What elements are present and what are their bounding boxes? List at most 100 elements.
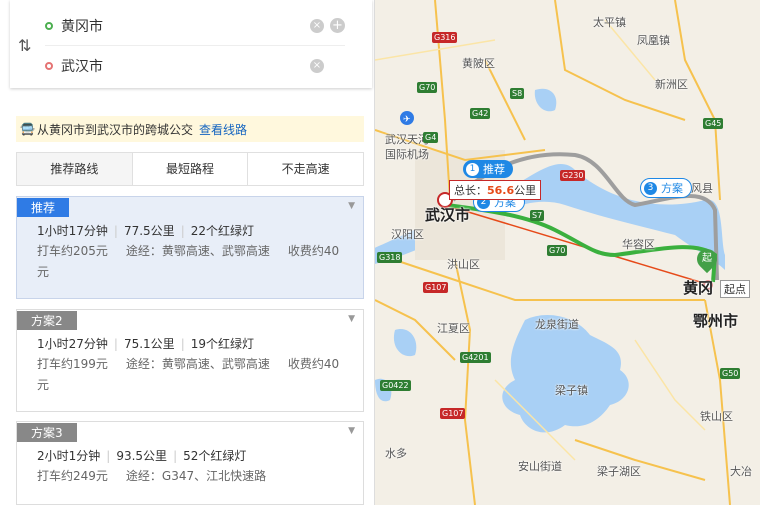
callout-value: 56.6 (487, 184, 515, 197)
place-label: 新洲区 (655, 78, 688, 91)
plan-details: 打车约249元 途经：G347、江北快速路 (17, 466, 363, 487)
place-label: 国际机场 (385, 148, 429, 161)
plan-lights: 19个红绿灯 (190, 337, 255, 351)
place-label-wuhan: 武汉市 (425, 206, 471, 224)
highway-shield: G42 (470, 108, 491, 119)
plan-time: 1小时17分钟 (37, 224, 108, 238)
place-label: 凤凰镇 (637, 34, 670, 47)
plan-taxi: 打车约205元 (37, 244, 108, 258)
destination-dot-icon (45, 62, 53, 70)
route-number-badge: 3 (644, 181, 657, 195)
plan-details: 打车约199元 途经：黄鄂高速、武鄂高速 收费约40 元 (17, 354, 363, 396)
place-label: 江夏区 (437, 322, 470, 335)
highway-shield: S7 (530, 210, 545, 221)
highway-shield: G316 (432, 32, 458, 43)
plan-taxi: 打车约199元 (37, 357, 108, 371)
tab-shortest[interactable]: 最短路程 (132, 153, 249, 185)
route-tag-plan3[interactable]: 3 方案 (640, 178, 692, 198)
callout-prefix: 总长： (454, 184, 487, 197)
plan-toll: 收费约40 (287, 357, 340, 371)
plan-toll-unit: 元 (37, 265, 50, 279)
route-plan-1[interactable]: 推荐 ▼ 1小时17分钟 | 77.5公里 | 22个红绿灯 打车约205元 途经：黄鄂高… (16, 196, 364, 299)
highway-shield: G107 (423, 282, 449, 293)
distance-callout: 总长：56.6公里 (449, 180, 542, 200)
plan-toll-unit: 元 (37, 378, 50, 392)
close-circle-icon[interactable]: × (310, 59, 324, 73)
svg-text:✈: ✈ (403, 115, 411, 125)
highway-shield: G107 (440, 408, 466, 419)
plan-badge: 方案2 (17, 311, 77, 330)
view-route-link[interactable]: 查看线路 (199, 121, 247, 138)
place-label: 梁子湖区 (597, 465, 641, 478)
place-label: 大冶 (730, 465, 752, 478)
highway-shield: G70 (417, 82, 438, 93)
plan-badge: 推荐 (17, 198, 70, 217)
route-tag-recommend[interactable]: 1 推荐 (463, 160, 513, 178)
plan-via: 途经：G347、江北快速路 (125, 469, 267, 483)
plan-summary: 1小时27分钟 | 75.1公里 | 19个红绿灯 (37, 337, 255, 351)
lake-south-west (393, 329, 417, 357)
plan-taxi: 打车约249元 (37, 469, 108, 483)
route-search-box: ⇅ 黄冈市 × + 武汉市 × (10, 0, 372, 88)
plan-time: 2小时1分钟 (37, 449, 101, 463)
place-label: 梁子镇 (555, 384, 588, 397)
route-tabs: 推荐路线 最短路程 不走高速 (16, 152, 364, 186)
plan-distance: 75.1公里 (123, 337, 175, 351)
plan-toll: 收费约40 (287, 244, 340, 258)
route-plan-2[interactable]: 方案2 ▼ 1小时27分钟 | 75.1公里 | 19个红绿灯 打车约199元 途经：黄鄂… (16, 309, 364, 412)
bus-icon: 🚍 (20, 122, 35, 136)
destination-input[interactable]: 武汉市 (61, 56, 310, 76)
highway-shield: S8 (510, 88, 525, 99)
plan-lights: 22个红绿灯 (190, 224, 255, 238)
destination-field[interactable]: 武汉市 × (45, 46, 345, 86)
chevron-down-icon[interactable]: ▼ (348, 426, 355, 436)
place-label: 华容区 (622, 238, 655, 251)
place-label: 洪山区 (447, 258, 480, 271)
plan-summary: 2小时1分钟 | 93.5公里 | 52个红绿灯 (37, 449, 247, 463)
plan-lights: 52个红绿灯 (183, 449, 247, 463)
chevron-down-icon[interactable]: ▼ (348, 314, 355, 324)
highway-shield: G230 (560, 170, 586, 181)
plan-time: 1小时27分钟 (37, 337, 108, 351)
highway-shield: G4 (423, 132, 439, 143)
start-marker-text: 起 (702, 253, 712, 264)
place-label: 水多 (385, 447, 407, 460)
highway-shield: G0422 (380, 380, 411, 391)
highway-shield: G4201 (460, 352, 491, 363)
tab-recommended[interactable]: 推荐路线 (17, 153, 133, 185)
route-tag-label: 方案 (661, 182, 683, 195)
plan-distance: 77.5公里 (123, 224, 175, 238)
origin-field[interactable]: 黄冈市 × + (45, 6, 345, 46)
place-label: 汉阳区 (391, 228, 424, 241)
highway-shield: G318 (377, 252, 403, 263)
liangzi-lake (502, 315, 629, 433)
route-number-badge: 1 (466, 162, 479, 176)
notice-text: 从黄冈市到武汉市的跨城公交 (36, 122, 193, 137)
plus-circle-icon[interactable]: + (330, 18, 345, 33)
place-label: 太平镇 (593, 16, 626, 29)
origin-input[interactable]: 黄冈市 (61, 16, 310, 36)
route-panel: ⇅ 黄冈市 × + 武汉市 × 🚍 从黄冈市到武汉市的跨城公交 查看线路 推荐路… (0, 0, 375, 505)
map-area[interactable]: ✈ 太平镇 凤凰镇 黄陂区 新洲区 武汉天河 国际机场 团风县 武汉市 汉阳区 … (375, 0, 760, 505)
place-label: 铁山区 (700, 410, 733, 423)
place-label: 龙泉街道 (535, 318, 579, 331)
highway-shield: G50 (720, 368, 741, 379)
highway-shield: G70 (547, 245, 568, 256)
close-circle-icon[interactable]: × (310, 18, 324, 33)
plan-summary: 1小时17分钟 | 77.5公里 | 22个红绿灯 (37, 224, 255, 238)
plan-distance: 93.5公里 (116, 449, 168, 463)
chevron-down-icon[interactable]: ▼ (348, 201, 355, 211)
origin-dot-icon (45, 21, 53, 30)
swap-vertical-icon[interactable]: ⇅ (18, 36, 31, 55)
tab-no-highway[interactable]: 不走高速 (248, 153, 364, 185)
highway-shield: G45 (703, 118, 724, 129)
place-label: 黄陂区 (462, 57, 495, 70)
plan-via: 途经：黄鄂高速、武鄂高速 (125, 357, 270, 371)
place-label: 安山街道 (518, 460, 562, 473)
route-tag-label: 推荐 (483, 163, 505, 176)
start-marker-icon[interactable]: 起 (692, 244, 722, 274)
start-label: 起点 (720, 280, 750, 298)
plan-badge: 方案3 (17, 423, 77, 442)
route-plan-3[interactable]: 方案3 ▼ 2小时1分钟 | 93.5公里 | 52个红绿灯 打车约249元 途经：G34… (16, 421, 364, 505)
plan-via: 途经：黄鄂高速、武鄂高速 (125, 244, 270, 258)
